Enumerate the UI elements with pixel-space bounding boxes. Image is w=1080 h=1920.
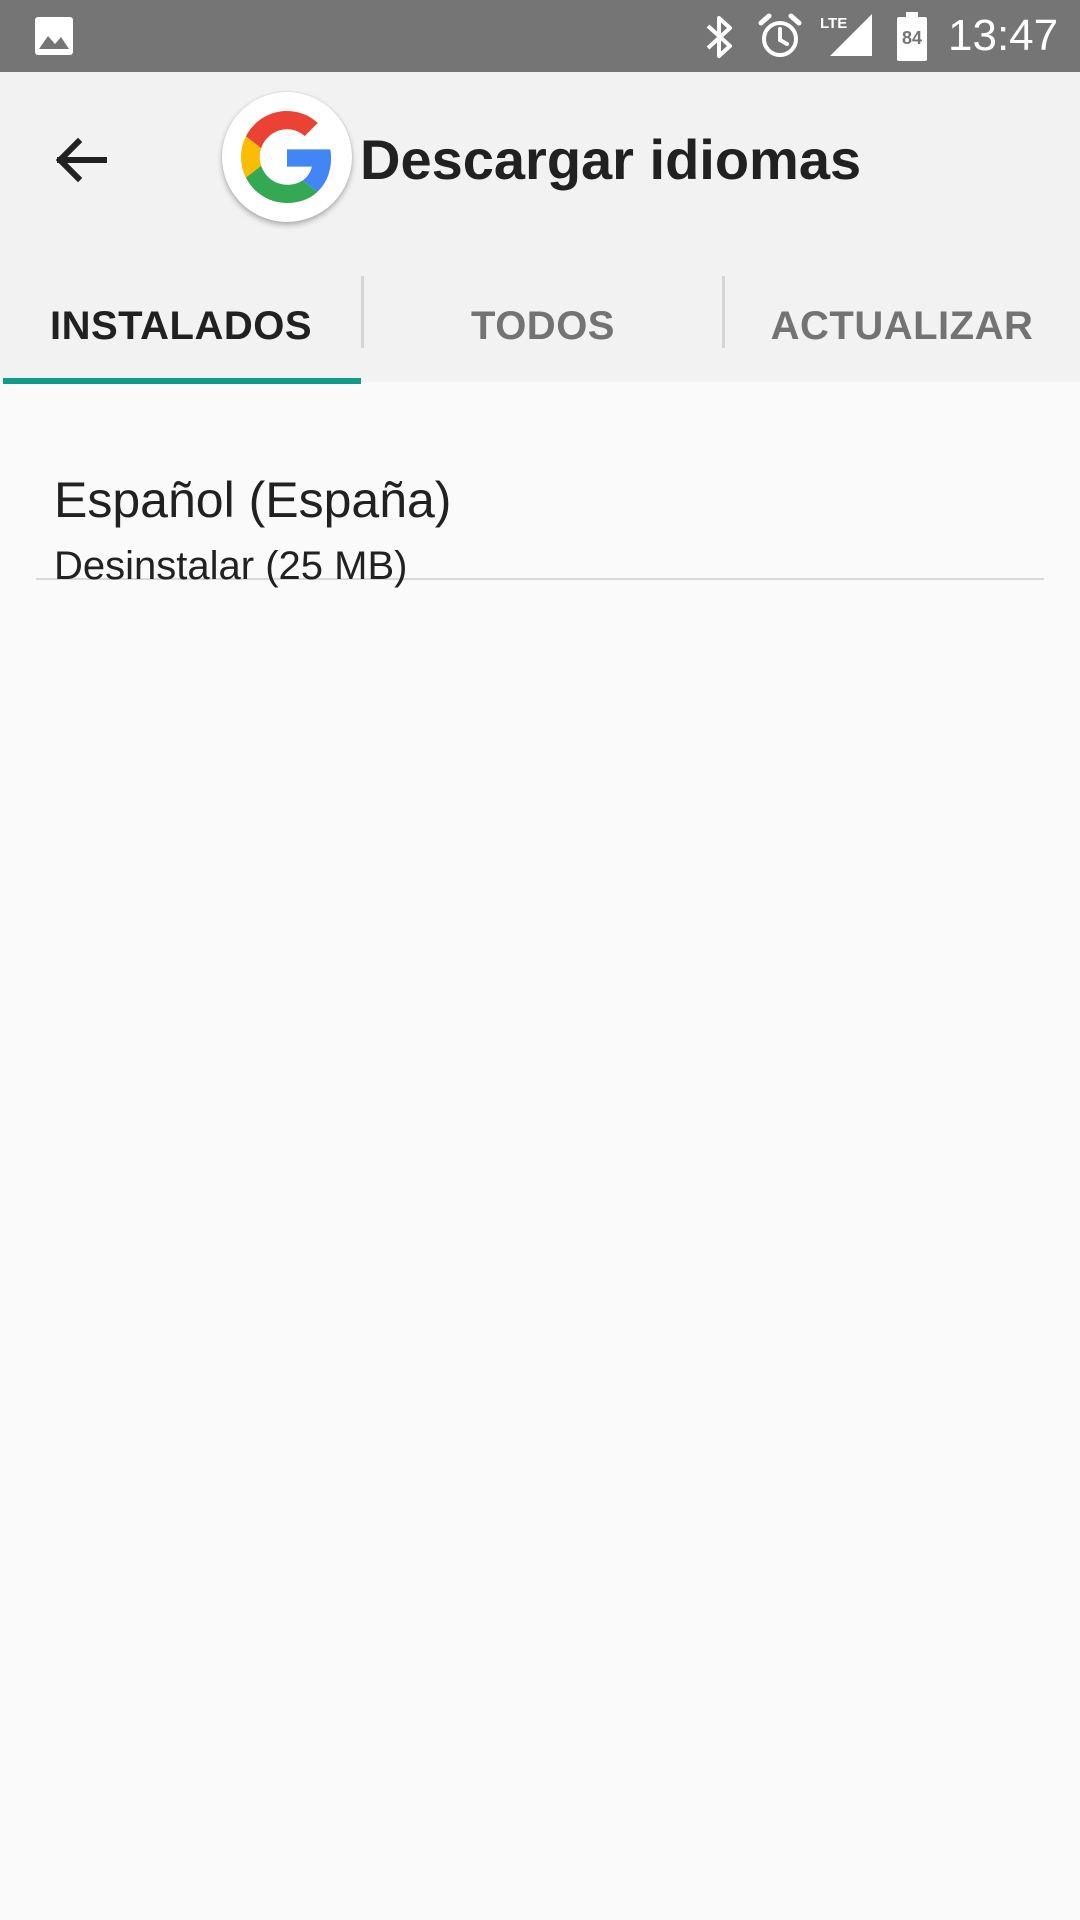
language-list: Español (España) Desinstalar (25 MB) bbox=[0, 384, 1080, 1920]
tab-actualizar[interactable]: ACTUALIZAR bbox=[724, 270, 1080, 382]
back-button[interactable] bbox=[40, 116, 128, 204]
uninstall-action: Desinstalar (25 MB) bbox=[54, 544, 408, 588]
status-time: 13:47 bbox=[948, 11, 1059, 60]
status-bar: LTE 84 13:47 bbox=[0, 0, 1080, 72]
list-item[interactable]: Español (España) Desinstalar (25 MB) bbox=[36, 414, 1044, 588]
arrow-back-icon bbox=[55, 137, 107, 183]
battery-icon: 84 bbox=[896, 12, 928, 62]
gallery-icon bbox=[35, 17, 73, 55]
language-name: Español (España) bbox=[54, 472, 452, 528]
bluetooth-icon bbox=[706, 16, 732, 58]
page-title: Descargar idiomas bbox=[360, 128, 862, 191]
alarm-icon bbox=[758, 13, 802, 57]
tab-instalados[interactable]: INSTALADOS bbox=[0, 270, 362, 382]
tab-divider bbox=[361, 276, 364, 348]
tab-todos[interactable]: TODOS bbox=[362, 270, 724, 382]
tab-divider bbox=[722, 276, 725, 348]
lte-signal-icon: LTE bbox=[820, 14, 872, 56]
svg-text:LTE: LTE bbox=[820, 15, 847, 32]
google-g-logo bbox=[222, 92, 352, 222]
battery-level: 84 bbox=[901, 28, 923, 48]
